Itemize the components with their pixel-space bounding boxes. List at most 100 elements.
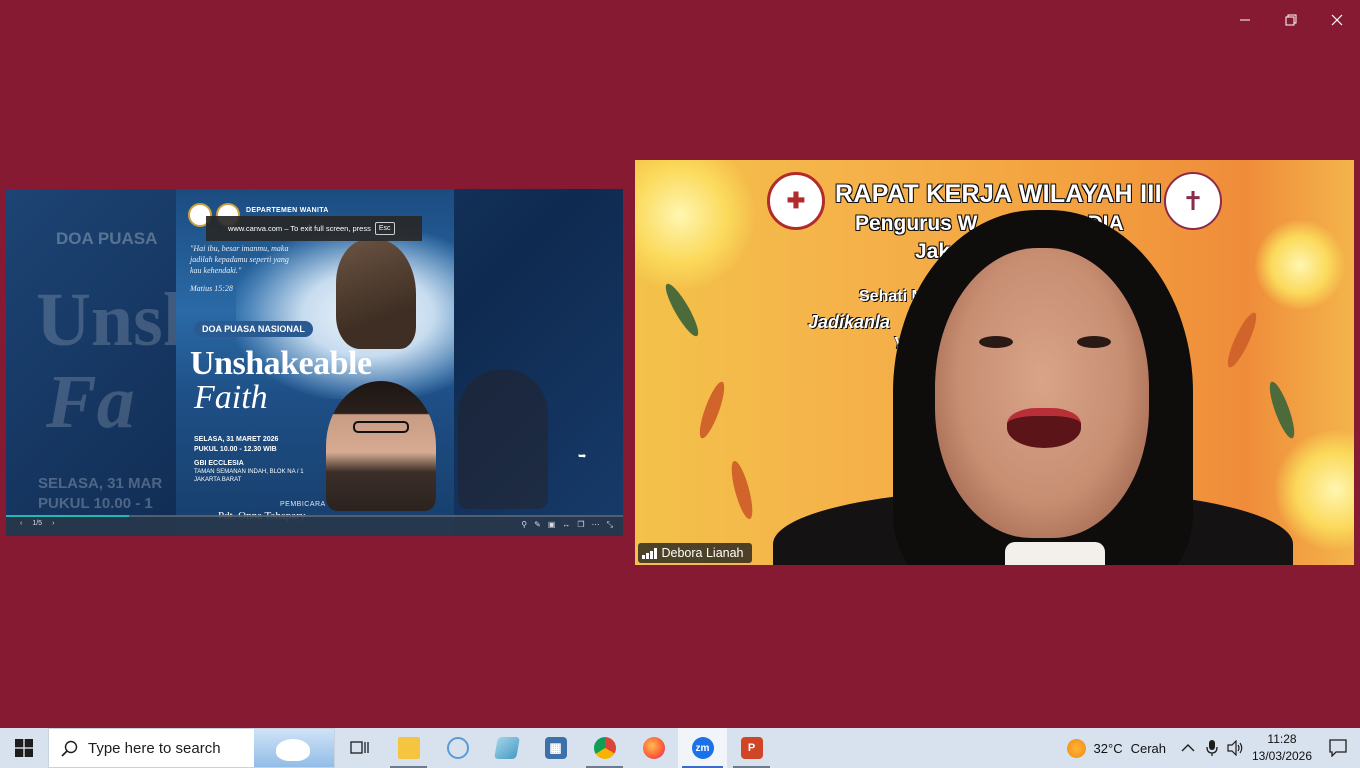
page-indicator: 1/5 — [32, 520, 43, 527]
microphone-icon — [1206, 740, 1218, 756]
draw-icon[interactable]: ✎ — [534, 520, 541, 530]
restore-button[interactable] — [1268, 0, 1314, 40]
next-slide-icon[interactable]: › — [52, 520, 54, 527]
task-view-button[interactable] — [335, 728, 384, 768]
venue-name: GBI ECCLESIA — [194, 460, 244, 467]
taskbar-file-explorer[interactable] — [384, 728, 433, 768]
participant-name: Debora Lianah — [661, 546, 744, 560]
window-icon[interactable]: ❐ — [577, 520, 584, 530]
microphone-button[interactable] — [1200, 728, 1224, 768]
presentation-controls: ‹ 1/5 › ⚲ ✎ ▣ ↔ ❐ ⋯ ⤡ — [6, 515, 623, 536]
leaf-decoration — [1222, 309, 1262, 371]
blurred-doa-text: DOA PUASA — [56, 229, 158, 248]
taskbar-zoom[interactable]: zm — [678, 728, 727, 768]
participant-eye — [979, 336, 1013, 348]
window-controls — [1222, 0, 1360, 40]
weather-widget[interactable]: 32°C Cerah — [1057, 738, 1176, 758]
timer-icon[interactable]: ↔ — [562, 520, 570, 530]
event-time: PUKUL 10.00 - 12.30 WIB — [194, 446, 277, 453]
firefox-icon — [642, 737, 665, 759]
blurred-time-text: PUKUL 10.00 - 1 — [38, 495, 153, 512]
department-name: DEPARTEMEN WANITA — [246, 207, 329, 214]
search-input[interactable] — [88, 739, 258, 757]
participant-eye — [1077, 336, 1111, 348]
sun-icon — [1066, 738, 1086, 758]
blurred-faith-text: Fa — [46, 360, 135, 444]
banner-theme: Jadikanla — [808, 312, 891, 332]
weather-temperature: 32°C — [1093, 740, 1123, 756]
close-button[interactable] — [1314, 0, 1360, 40]
zoom-icon[interactable]: ⚲ — [521, 520, 527, 530]
taskbar-cortana[interactable] — [433, 728, 482, 768]
blurred-speaker-photo — [458, 369, 548, 509]
shared-screen[interactable]: DOA PUASA Unsh Fa SELASA, 31 MAR PUKUL 1… — [6, 189, 623, 536]
weather-description: Cerah — [1130, 740, 1166, 756]
more-icon[interactable]: ⋯ — [592, 520, 600, 530]
task-view-icon — [349, 741, 369, 754]
event-datetime: SELASA, 31 MARET 2026 PUKUL 10.00 - 12.3… — [194, 435, 278, 455]
captions-icon[interactable]: ▣ — [548, 520, 556, 530]
exit-fullscreen-icon[interactable]: ⤡ — [607, 520, 613, 530]
banner-title: RAPAT KERJA WILAYAH III — [835, 180, 1162, 208]
speaker-glasses — [353, 421, 409, 433]
progress-bar — [6, 515, 130, 517]
participant-face — [935, 248, 1149, 538]
search-icon — [61, 740, 78, 757]
close-icon — [1331, 14, 1343, 26]
participant-name-tag: Debora Lianah — [638, 543, 752, 563]
mouse-cursor-icon: ➥ — [578, 451, 587, 462]
minimize-icon — [1240, 19, 1250, 21]
venue-address1: TAMAN SEMANAN INDAH, BLOK NA / 1 — [194, 469, 304, 475]
volume-button[interactable] — [1224, 728, 1248, 768]
bible-verse: "Hai ibu, besar imanmu, maka jadilah kep… — [190, 244, 289, 275]
flower-decoration — [1255, 220, 1345, 310]
minimize-button[interactable] — [1222, 0, 1268, 40]
previous-slide-icon[interactable]: ‹ — [20, 520, 22, 527]
show-hidden-icons-button[interactable] — [1176, 728, 1200, 768]
rock-graphic — [336, 239, 416, 349]
verse-reference: Matius 15:28 — [190, 284, 233, 293]
taskbar-calculator[interactable]: ▦ — [531, 728, 580, 768]
taskbar-clock[interactable]: 11:28 13/03/2026 — [1248, 731, 1316, 765]
notification-center-button[interactable] — [1316, 728, 1360, 768]
speaker-label: PEMBICARA — [280, 501, 326, 508]
slide-navigation: ‹ 1/5 › — [20, 520, 54, 527]
taskbar-search[interactable] — [48, 728, 335, 768]
taskbar-powerpoint[interactable]: P — [727, 728, 776, 768]
esc-key-hint: Esc — [374, 222, 395, 235]
blurred-date-text: SELASA, 31 MAR — [38, 475, 163, 492]
gbi-logo: ✚ — [767, 172, 825, 230]
chrome-icon — [593, 737, 616, 759]
taskbar-chrome[interactable] — [580, 728, 629, 768]
calculator-icon: ▦ — [544, 737, 567, 759]
taskbar-firefox[interactable] — [629, 728, 678, 768]
clock-date: 13/03/2026 — [1251, 749, 1313, 763]
participant-video[interactable]: ✚ ✝ RAPAT KERJA WILAYAH III Pengurus W DI… — [635, 160, 1354, 565]
powerpoint-icon: P — [740, 737, 763, 759]
event-venue: GBI ECCLESIA TAMAN SEMANAN INDAH, BLOK N… — [194, 460, 304, 484]
leaf-decoration — [1265, 379, 1299, 441]
venue-address2: JAKARTA BARAT — [194, 477, 242, 483]
search-highlight-image — [254, 729, 334, 767]
signal-strength-icon — [642, 547, 657, 559]
zoom-app-icon: zm — [691, 737, 714, 759]
notification-icon — [1329, 739, 1347, 757]
participant-collar — [1005, 542, 1105, 565]
wanita-logo: ✝ — [1164, 172, 1222, 230]
folder-icon — [397, 737, 420, 759]
speaker-icon — [1227, 740, 1243, 756]
windows-logo-icon — [15, 739, 33, 757]
fullscreen-notice-text: www.canva.com – To exit full screen, pre… — [228, 224, 371, 233]
cortana-icon — [446, 737, 469, 759]
event-date: SELASA, 31 MARET 2026 — [194, 436, 279, 443]
start-button[interactable] — [0, 728, 48, 768]
restore-icon — [1285, 14, 1297, 26]
event-label: DOA PUASA NASIONAL — [194, 321, 313, 337]
notes-icon — [493, 737, 520, 759]
leaf-decoration — [695, 379, 729, 441]
poster-title-line2: Faith — [194, 379, 268, 416]
flower-decoration — [635, 160, 755, 290]
taskbar-notes[interactable] — [482, 728, 531, 768]
event-poster: DEPARTEMEN WANITA "Hai ibu, besar imanmu… — [176, 189, 454, 536]
fullscreen-notice: www.canva.com – To exit full screen, pre… — [206, 216, 422, 241]
